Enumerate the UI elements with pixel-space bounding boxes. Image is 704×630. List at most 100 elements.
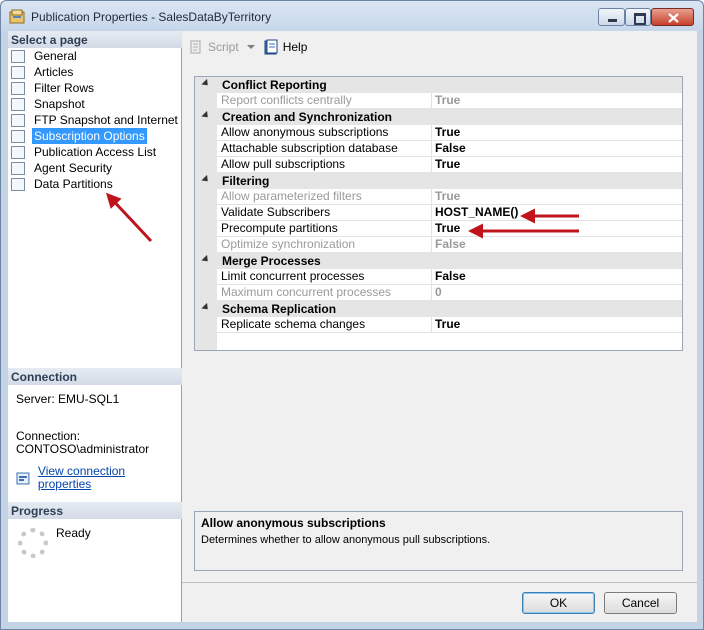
category-filtering[interactable]: Filtering xyxy=(195,173,682,189)
page-label: Agent Security xyxy=(34,161,113,175)
help-icon xyxy=(264,39,278,55)
property-value: False xyxy=(431,237,681,253)
category-schema-replication[interactable]: Schema Replication xyxy=(195,301,682,317)
toolbar: Script Help xyxy=(188,36,313,58)
property-name: Validate Subscribers xyxy=(221,205,331,219)
page-icon xyxy=(11,65,25,79)
property-name: Allow anonymous subscriptions xyxy=(221,125,389,139)
dialog-window: Publication Properties - SalesDataByTerr… xyxy=(0,0,704,630)
page-list: General Articles Filter Rows Snapshot FT… xyxy=(11,48,179,192)
property-row[interactable]: Precompute partitions True xyxy=(217,221,682,237)
property-row[interactable]: Allow parameterized filters True xyxy=(217,189,682,205)
property-value: 0 xyxy=(431,285,681,301)
page-item-general[interactable]: General xyxy=(11,48,179,64)
property-value[interactable]: False xyxy=(431,141,681,157)
property-row[interactable]: Report conflicts centrally True xyxy=(217,93,682,109)
property-value[interactable]: False xyxy=(431,269,681,285)
description-text: Determines whether to allow anonymous pu… xyxy=(201,534,491,546)
left-panel: Select a page General Articles Filter Ro… xyxy=(8,31,182,622)
page-item-publication-access-list[interactable]: Publication Access List xyxy=(11,144,179,160)
ok-button[interactable]: OK xyxy=(522,592,595,614)
collapse-icon[interactable] xyxy=(201,254,211,265)
publication-icon xyxy=(9,9,25,24)
page-item-articles[interactable]: Articles xyxy=(11,64,179,80)
progress-spinner-icon xyxy=(18,528,48,558)
property-value: True xyxy=(431,189,681,205)
view-connection-link-row: View connection properties xyxy=(16,465,181,491)
property-row[interactable]: Validate Subscribers HOST_NAME() xyxy=(217,205,682,221)
page-label: Snapshot xyxy=(34,97,85,111)
page-label: FTP Snapshot and Internet xyxy=(34,113,178,127)
collapse-icon[interactable] xyxy=(201,302,211,313)
page-label: Articles xyxy=(34,65,74,79)
script-dropdown-arrow-icon[interactable] xyxy=(246,45,255,49)
property-row[interactable]: Attachable subscription database False xyxy=(217,141,682,157)
property-row[interactable]: Limit concurrent processes False xyxy=(217,269,682,285)
collapse-icon[interactable] xyxy=(201,174,211,185)
property-row[interactable]: Replicate schema changes True xyxy=(217,317,682,333)
property-name: Report conflicts centrally xyxy=(221,93,352,107)
property-value[interactable]: True xyxy=(431,317,681,333)
cancel-button[interactable]: Cancel xyxy=(604,592,677,614)
page-icon xyxy=(11,129,25,143)
collapse-icon[interactable] xyxy=(201,110,211,121)
category-title: Schema Replication xyxy=(222,302,337,316)
page-icon xyxy=(11,113,25,127)
property-name: Limit concurrent processes xyxy=(221,269,365,283)
property-row[interactable]: Optimize synchronization False xyxy=(217,237,682,253)
server-name: Server: EMU-SQL1 xyxy=(16,392,120,406)
category-title: Creation and Synchronization xyxy=(222,110,393,124)
script-button[interactable]: Script xyxy=(188,39,239,55)
property-name: Attachable subscription database xyxy=(221,141,398,155)
title-bar[interactable]: Publication Properties - SalesDataByTerr… xyxy=(1,1,703,31)
progress-heading: Progress xyxy=(8,502,182,519)
page-item-agent-security[interactable]: Agent Security xyxy=(11,160,179,176)
page-label: General xyxy=(34,49,77,63)
page-item-filter-rows[interactable]: Filter Rows xyxy=(11,80,179,96)
page-icon xyxy=(11,97,25,111)
help-label: Help xyxy=(282,40,308,54)
page-label: Data Partitions xyxy=(34,177,113,191)
category-merge-processes[interactable]: Merge Processes xyxy=(195,253,682,269)
property-name: Allow pull subscriptions xyxy=(221,157,346,171)
category-creation-sync[interactable]: Creation and Synchronization xyxy=(195,109,682,125)
property-row[interactable]: Maximum concurrent processes 0 xyxy=(217,285,682,301)
property-value[interactable]: True xyxy=(431,125,681,141)
page-label: Subscription Options xyxy=(32,128,147,144)
window-title: Publication Properties - SalesDataByTerr… xyxy=(31,10,272,24)
page-label: Publication Access List xyxy=(34,145,157,159)
page-item-ftp-snapshot[interactable]: FTP Snapshot and Internet xyxy=(11,112,179,128)
footer-divider xyxy=(182,582,697,583)
category-title: Filtering xyxy=(222,174,270,188)
select-page-heading: Select a page xyxy=(8,31,182,48)
page-icon xyxy=(11,49,25,63)
page-item-snapshot[interactable]: Snapshot xyxy=(11,96,179,112)
key-icon xyxy=(11,161,25,175)
page-item-data-partitions[interactable]: Data Partitions xyxy=(11,176,179,192)
property-row[interactable]: Allow pull subscriptions True xyxy=(217,157,682,173)
property-name: Replicate schema changes xyxy=(221,317,366,331)
view-connection-properties-link[interactable]: View connection properties xyxy=(38,465,181,491)
category-title: Merge Processes xyxy=(222,254,321,268)
property-row[interactable]: Allow anonymous subscriptions True xyxy=(217,125,682,141)
category-title: Conflict Reporting xyxy=(222,78,327,92)
help-button[interactable]: Help xyxy=(263,39,308,55)
property-value[interactable]: HOST_NAME() xyxy=(431,205,681,221)
collapse-icon[interactable] xyxy=(201,78,211,89)
property-name: Optimize synchronization xyxy=(221,237,356,251)
description-panel: Allow anonymous subscriptions Determines… xyxy=(194,511,683,571)
progress-status: Ready xyxy=(56,526,91,540)
close-button[interactable] xyxy=(651,8,694,26)
dialog-client: Select a page General Articles Filter Ro… xyxy=(8,31,697,622)
property-grid[interactable]: Conflict Reporting Report conflicts cent… xyxy=(194,76,683,351)
script-icon xyxy=(190,40,201,54)
property-value[interactable]: True xyxy=(431,221,681,237)
page-item-subscription-options[interactable]: Subscription Options xyxy=(11,128,179,144)
property-value[interactable]: True xyxy=(431,157,681,173)
maximize-button[interactable] xyxy=(625,8,651,26)
script-label: Script xyxy=(208,40,239,54)
filter-icon xyxy=(11,81,25,95)
minimize-button[interactable] xyxy=(598,8,625,26)
category-conflict-reporting[interactable]: Conflict Reporting xyxy=(195,77,682,93)
connection-value: CONTOSO\administrator xyxy=(16,442,150,456)
